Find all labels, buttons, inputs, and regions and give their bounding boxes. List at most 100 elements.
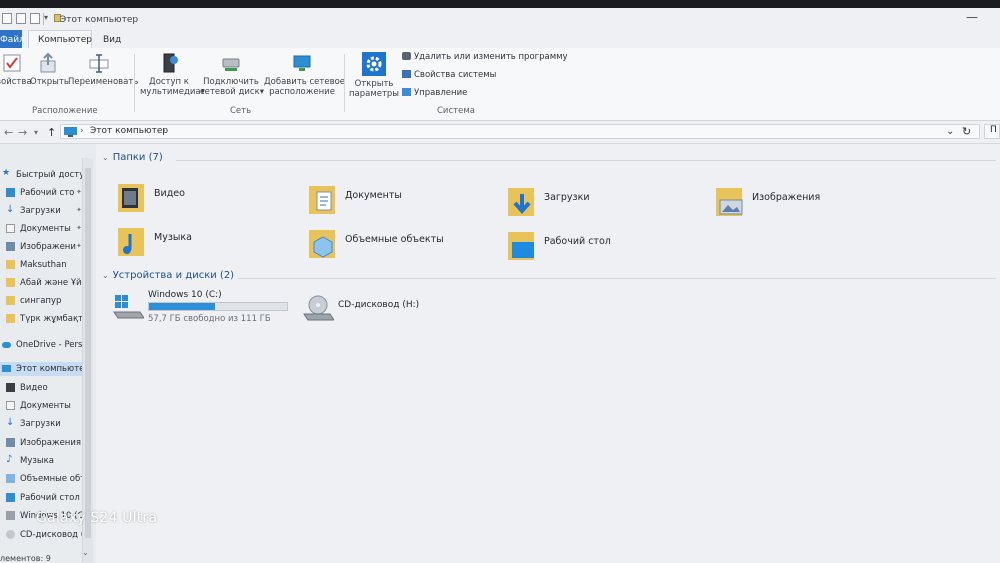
folder-tile-desktop[interactable]: Рабочий стол <box>508 230 688 276</box>
pin-icon[interactable]: ✦ <box>76 242 82 250</box>
address-input[interactable] <box>60 124 980 139</box>
nav-pc-item[interactable]: Видео <box>0 381 92 395</box>
nav-scrollbar[interactable] <box>82 158 93 563</box>
nav-quick-item[interactable]: Түрк жұмбақта <box>0 312 92 326</box>
map-network-drive-button[interactable]: Подключить сетевой диск▾ <box>200 52 264 97</box>
nav-pc-item[interactable]: Рабочий стол <box>0 491 92 505</box>
system-properties-icon <box>402 70 411 78</box>
quick-access-new-folder-icon[interactable] <box>16 13 26 24</box>
music-note-icon: ♪ <box>6 454 13 465</box>
pictures-icon <box>6 242 15 251</box>
drive-h-tile[interactable]: CD-дисковод (H:) <box>302 294 502 324</box>
tab-view[interactable]: Вид <box>103 35 121 45</box>
nav-onedrive[interactable]: OneDrive - Persor <box>0 338 92 352</box>
nav-item-label: Загрузки <box>20 206 61 216</box>
add-network-location-button[interactable]: Добавить сетевое расположение <box>264 52 345 97</box>
rename-button[interactable]: Переименовать <box>68 52 138 87</box>
drive-c-name: Windows 10 (C:) <box>148 290 222 300</box>
devices-header-label: Устройства и диски (2) <box>112 270 235 281</box>
nav-pc-item[interactable]: ↓ Загрузки <box>0 417 92 431</box>
media-access-button[interactable]: Доступ к мультимедиа▾ <box>140 52 205 97</box>
folders-section-header[interactable]: ⌄ Папки (7) <box>102 152 163 163</box>
minimize-icon[interactable]: — <box>966 10 978 24</box>
nav-quick-item[interactable]: Документы ✦ <box>0 222 92 236</box>
folder-tile-documents[interactable]: Документы <box>309 184 489 230</box>
nav-onedrive-label: OneDrive - Persor <box>16 340 92 350</box>
nav-quick-item[interactable]: Абай және Ұйғы <box>0 276 92 290</box>
nav-pc-item[interactable]: Документы <box>0 399 92 413</box>
network-drive-icon <box>222 58 240 71</box>
nav-item-label: сингапур <box>20 296 62 306</box>
nav-item-label: Объемные объ <box>20 474 87 484</box>
collapse-chevron-icon: ⌄ <box>102 153 109 162</box>
scroll-down-icon[interactable]: ⌄ <box>82 548 89 557</box>
cd-drive-icon <box>303 295 334 321</box>
folder-tile-music[interactable]: Музыка <box>118 226 298 272</box>
document-icon <box>6 224 15 233</box>
video-icon <box>6 383 15 392</box>
open-button[interactable]: Открыть <box>30 52 69 87</box>
quick-access-properties-icon[interactable] <box>2 13 12 24</box>
folder-label: Объемные объекты <box>345 234 444 245</box>
add-location-label-1: Добавить сетевое <box>264 77 346 87</box>
tab-computer[interactable]: Компьютер <box>38 35 92 45</box>
desktop-folder-icon <box>508 232 534 260</box>
pin-icon[interactable]: ✦ <box>76 206 82 214</box>
nav-this-pc[interactable]: Этот компьютер <box>0 362 92 376</box>
open-settings-label-2: параметры <box>348 89 400 99</box>
nav-item-label: Рабочий стол <box>20 493 80 503</box>
quick-access-folder-icon[interactable] <box>30 13 40 24</box>
folder-label: Загрузки <box>544 192 590 203</box>
nav-quick-access-label: Быстрый доступ <box>16 170 90 180</box>
nav-quick-access[interactable]: ★ Быстрый доступ <box>0 168 92 182</box>
back-icon[interactable]: ← <box>4 126 13 139</box>
search-box[interactable]: П <box>984 124 1000 139</box>
nav-item-label: Рабочий сто <box>20 188 75 198</box>
recent-dropdown-icon[interactable]: ▾ <box>34 128 38 137</box>
quick-access-dropdown-icon[interactable]: ▾ <box>44 13 48 22</box>
nav-item-label: Документы <box>20 224 71 234</box>
address-dropdown-icon[interactable]: ⌄ <box>946 126 954 137</box>
ribbon-separator <box>134 54 135 112</box>
nav-item-label: CD-дисковод (H <box>20 530 91 540</box>
folder-tile-video[interactable]: Видео <box>118 182 298 228</box>
system-properties-link[interactable]: Свойства системы <box>402 70 496 80</box>
forward-icon[interactable]: → <box>18 126 27 139</box>
network-location-icon <box>293 55 311 71</box>
content-pane: ⌄ Папки (7) Видео Документы Загрузки Изо… <box>96 144 1000 563</box>
desktop-icon <box>6 493 15 502</box>
open-icon <box>40 52 56 73</box>
manage-link[interactable]: Управление <box>402 88 467 98</box>
properties-button[interactable]: войства <box>0 52 32 87</box>
media-access-label-1: Доступ к <box>149 77 189 87</box>
devices-section-header[interactable]: ⌄ Устройства и диски (2) <box>102 270 234 281</box>
uninstall-program-link[interactable]: Удалить или изменить программу <box>402 52 568 62</box>
nav-quick-item[interactable]: Изображени ✦ <box>0 240 92 254</box>
folder-tile-pictures[interactable]: Изображения <box>716 186 916 232</box>
open-settings-button[interactable]: Открыть параметры <box>348 52 400 99</box>
nav-pc-item[interactable]: Изображения <box>0 436 92 450</box>
media-access-label-2: мультимедиа <box>140 87 201 97</box>
computer-icon <box>2 365 11 372</box>
nav-pc-item[interactable]: Объемные объ <box>0 472 92 486</box>
downloads-folder-icon <box>508 188 534 216</box>
nav-quick-item[interactable]: ↓ Загрузки ✦ <box>0 204 92 218</box>
nav-pc-item[interactable]: ♪ Музыка <box>0 454 92 468</box>
folder-tile-downloads[interactable]: Загрузки <box>508 186 688 232</box>
pin-icon[interactable]: ✦ <box>76 188 82 196</box>
nav-pc-item[interactable]: CD-дисковод (H <box>0 528 92 542</box>
group-system-label: Система <box>437 106 475 116</box>
up-icon[interactable]: ↑ <box>47 126 56 139</box>
navigation-pane: ★ Быстрый доступ Рабочий сто ✦ ↓ Загрузк… <box>0 144 92 563</box>
folder-tile-3d-objects[interactable]: Объемные объекты <box>309 228 489 274</box>
drive-c-tile[interactable]: Windows 10 (C:) 57,7 ГБ свободно из 111 … <box>112 290 312 326</box>
nav-scrollbar-thumb[interactable] <box>85 168 91 538</box>
folder-label: Рабочий стол <box>544 236 611 247</box>
nav-quick-item[interactable]: Рабочий сто ✦ <box>0 186 92 200</box>
tab-file[interactable]: Файл <box>0 30 25 48</box>
pin-icon[interactable]: ✦ <box>76 224 82 232</box>
refresh-icon[interactable]: ↻ <box>962 125 971 138</box>
nav-quick-item[interactable]: Maksuthan <box>0 258 92 272</box>
nav-quick-item[interactable]: сингапур <box>0 294 92 308</box>
folders-header-label: Папки (7) <box>112 152 163 163</box>
